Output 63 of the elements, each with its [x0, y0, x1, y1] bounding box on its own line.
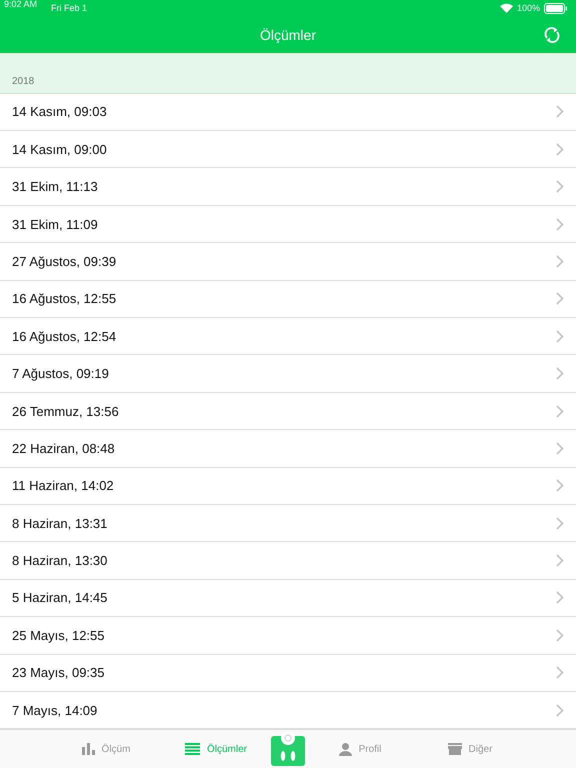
row-label: 27 Ağustos, 09:39	[12, 254, 116, 269]
chevron-icon	[556, 180, 564, 194]
row-label: 31 Ekim, 11:09	[12, 216, 98, 232]
row-label: 11 Haziran, 14:02	[12, 478, 114, 494]
list-icon	[184, 743, 200, 756]
row-label: 31 Ekim, 11:13	[12, 179, 98, 194]
measurement-row[interactable]: 27 Ağustos, 09:39	[0, 243, 576, 281]
measurement-row[interactable]: 7 Ağustos, 09:19	[0, 355, 576, 393]
measurement-row[interactable]: 26 Temmuz, 13:56	[0, 392, 576, 430]
chevron-icon	[556, 442, 564, 455]
chevron-icon	[556, 330, 564, 343]
measurement-row[interactable]: 31 Ekim, 11:09	[0, 206, 576, 244]
measurement-row[interactable]: 22 Haziran, 08:48	[0, 430, 576, 468]
status-date: Fri Feb 1	[51, 3, 88, 13]
chevron-icon	[556, 591, 564, 604]
measurement-row[interactable]: 8 Haziran, 13:30	[0, 542, 576, 580]
nav-title: Ölçümler	[260, 26, 316, 42]
chevron-icon	[556, 404, 564, 418]
row-label: 8 Haziran, 13:31	[12, 516, 108, 531]
chevron-icon	[556, 142, 564, 156]
measurement-row[interactable]: 11 Haziran, 14:02	[0, 468, 576, 505]
row-label: 16 Ağustos, 12:54	[12, 328, 116, 344]
measurement-row[interactable]: 31 Ekim, 11:13	[0, 168, 576, 206]
row-label: 5 Haziran, 14:45	[12, 590, 108, 606]
chevron-icon	[556, 704, 564, 717]
measurement-row[interactable]: 23 Mayıs, 09:35	[0, 654, 576, 692]
battery-icon	[544, 2, 568, 14]
row-label: 16 Ağustos, 12:55	[12, 291, 116, 306]
measurement-row[interactable]: 14 Kasım, 09:03	[0, 94, 576, 132]
row-label: 8 Haziran, 13:30	[12, 553, 108, 568]
wifi-icon	[500, 3, 513, 13]
measurement-row[interactable]: 8 Haziran, 13:31	[0, 505, 576, 542]
chevron-icon	[556, 554, 564, 568]
chevron-icon	[556, 367, 564, 380]
row-label: 7 Ağustos, 09:19	[12, 366, 109, 382]
measurement-row[interactable]: 25 Mayıs, 12:55	[0, 617, 576, 655]
chevron-icon	[556, 628, 564, 642]
row-label: 7 Mayıs, 14:09	[12, 702, 98, 718]
chevron-icon	[556, 105, 564, 118]
refresh-button[interactable]	[544, 26, 560, 44]
row-label: 25 Mayıs, 12:55	[12, 628, 104, 643]
bar-chart-icon	[82, 743, 95, 756]
row-label: 23 Mayıs, 09:35	[12, 665, 104, 680]
row-label: 14 Kasım, 09:00	[12, 142, 107, 157]
row-label: 22 Haziran, 08:48	[12, 440, 115, 456]
measurement-row[interactable]: 5 Haziran, 14:45	[0, 580, 576, 618]
store-icon	[448, 743, 462, 756]
battery-percent: 100%	[516, 3, 540, 13]
person-icon	[338, 742, 352, 756]
measurement-row[interactable]: 16 Ağustos, 12:54	[0, 318, 576, 356]
row-label: 14 Kasım, 09:03	[12, 104, 107, 120]
row-label: 26 Temmuz, 13:56	[12, 404, 119, 419]
chevron-icon	[556, 516, 564, 530]
chevron-icon	[556, 218, 564, 231]
status-time: 9:02 AM	[4, 0, 38, 9]
scale-button[interactable]	[271, 732, 305, 766]
measurement-row[interactable]: 14 Kasım, 09:00	[0, 131, 576, 168]
measurement-row[interactable]: 16 Ağustos, 12:55	[0, 280, 576, 318]
chevron-icon	[556, 666, 564, 680]
chevron-icon	[556, 254, 564, 268]
section-header: 2018	[12, 76, 34, 87]
chevron-icon	[556, 479, 564, 492]
chevron-icon	[556, 292, 564, 306]
